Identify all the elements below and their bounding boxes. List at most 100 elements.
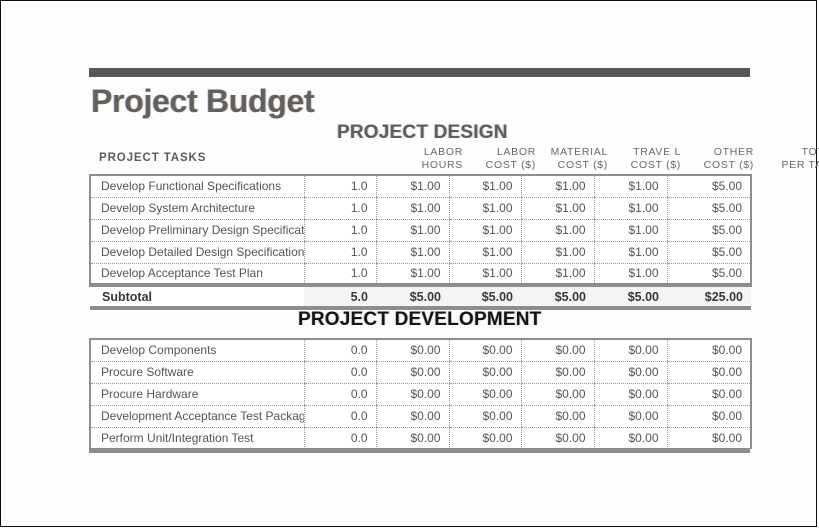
labor-hours-cell: 0.0 — [303, 427, 376, 449]
material-cost-cell: $1.00 — [448, 197, 521, 220]
labor-cost-cell: $0.00 — [375, 405, 449, 428]
table-row[interactable]: Develop Acceptance Test Plan 1.0 $1.00 $… — [89, 263, 752, 286]
labor-hours-cell: 1.0 — [303, 241, 376, 264]
other-cost-cell: $1.00 — [593, 219, 667, 242]
column-header-material-cost: MATERIAL COST ($) — [550, 146, 608, 171]
project-design-table: Develop Functional Specifications 1.0 $1… — [89, 174, 752, 310]
task-name-cell: Develop Detailed Design Specifications — [89, 241, 304, 264]
column-header-travel-cost: TRAVE L COST ($) — [630, 146, 681, 171]
table-row[interactable]: Development Acceptance Test Package 0.0 … — [89, 405, 752, 428]
material-cost-cell: $0.00 — [448, 427, 521, 449]
table-row[interactable]: Develop Detailed Design Specifications 1… — [89, 241, 752, 264]
column-header-labor-cost: LABOR COST ($) — [485, 146, 536, 171]
labor-cost-cell: $1.00 — [375, 174, 449, 198]
labor-cost-cell: $0.00 — [375, 427, 449, 449]
subtotal-travel-cost: $5.00 — [521, 283, 594, 310]
material-cost-cell: $1.00 — [448, 241, 521, 264]
other-cost-cell: $0.00 — [593, 338, 667, 362]
page-frame: Project Budget PROJECT DESIGN PROJECT TA… — [0, 0, 819, 527]
total-per-task-cell: $5.00 — [666, 241, 752, 264]
other-cost-cell: $1.00 — [593, 174, 667, 198]
labor-cost-cell: $0.00 — [375, 338, 449, 362]
task-name-cell: Development Acceptance Test Package — [89, 405, 304, 428]
travel-cost-cell: $1.00 — [520, 197, 594, 220]
other-cost-cell: $0.00 — [593, 361, 667, 384]
travel-cost-cell: $0.00 — [520, 405, 594, 428]
labor-hours-cell: 0.0 — [303, 361, 376, 384]
page-title: Project Budget — [91, 83, 315, 119]
material-cost-cell: $0.00 — [448, 338, 521, 362]
labor-hours-cell: 0.0 — [303, 383, 376, 406]
travel-cost-cell: $0.00 — [520, 427, 594, 449]
labor-cost-cell: $1.00 — [375, 241, 449, 264]
travel-cost-cell: $1.00 — [520, 263, 594, 286]
section-heading-project-design: PROJECT DESIGN — [337, 122, 508, 143]
column-header-other-cost: OTHER COST ($) — [703, 146, 754, 171]
other-cost-cell: $1.00 — [593, 241, 667, 264]
material-cost-cell: $1.00 — [448, 263, 521, 286]
column-header-row: PROJECT TASKS LABOR HOURS LABOR COST ($)… — [89, 146, 819, 174]
table-row[interactable]: Procure Hardware 0.0 $0.00 $0.00 $0.00 $… — [89, 383, 752, 406]
table-row[interactable]: Perform Unit/Integration Test 0.0 $0.00 … — [89, 427, 752, 449]
material-cost-cell: $1.00 — [448, 219, 521, 242]
subtotal-material-cost: $5.00 — [449, 283, 521, 310]
travel-cost-cell: $1.00 — [520, 241, 594, 264]
total-per-task-cell: $0.00 — [666, 405, 752, 428]
labor-hours-cell: 1.0 — [303, 174, 376, 198]
other-cost-cell: $0.00 — [593, 405, 667, 428]
task-name-cell: Develop Acceptance Test Plan — [89, 263, 304, 286]
header-accent-bar — [89, 68, 750, 77]
total-per-task-cell: $5.00 — [666, 263, 752, 286]
task-name-cell: Develop Components — [89, 338, 304, 362]
material-cost-cell: $1.00 — [448, 174, 521, 198]
labor-cost-cell: $0.00 — [375, 383, 449, 406]
task-name-cell: Develop Preliminary Design Specification… — [89, 219, 304, 242]
material-cost-cell: $0.00 — [448, 361, 521, 384]
travel-cost-cell: $0.00 — [520, 338, 594, 362]
column-header-labor-hours: LABOR HOURS — [421, 146, 463, 171]
labor-hours-cell: 0.0 — [303, 338, 376, 362]
column-header-total-per-task: TOTAL PER TASK — [781, 146, 819, 171]
material-cost-cell: $0.00 — [448, 383, 521, 406]
labor-cost-cell: $1.00 — [375, 263, 449, 286]
total-per-task-cell: $5.00 — [666, 174, 752, 198]
travel-cost-cell: $0.00 — [520, 383, 594, 406]
table-row[interactable]: Procure Software 0.0 $0.00 $0.00 $0.00 $… — [89, 361, 752, 384]
labor-hours-cell: 0.0 — [303, 405, 376, 428]
table-row[interactable]: Develop Functional Specifications 1.0 $1… — [89, 174, 752, 198]
subtotal-row: Subtotal 5.0 $5.00 $5.00 $5.00 $5.00 $25… — [90, 283, 751, 310]
table-row[interactable]: Develop System Architecture 1.0 $1.00 $1… — [89, 197, 752, 220]
task-name-cell: Procure Hardware — [89, 383, 304, 406]
travel-cost-cell: $0.00 — [520, 361, 594, 384]
subtotal-labor-hours: 5.0 — [304, 283, 376, 310]
labor-cost-cell: $1.00 — [375, 197, 449, 220]
total-per-task-cell: $0.00 — [666, 338, 752, 362]
task-name-cell: Develop Functional Specifications — [89, 174, 304, 198]
subtotal-label: Subtotal — [90, 283, 304, 310]
other-cost-cell: $0.00 — [593, 383, 667, 406]
subtotal-other-cost: $5.00 — [594, 283, 667, 310]
section-heading-project-development: PROJECT DEVELOPMENT — [298, 309, 542, 330]
task-name-cell: Procure Software — [89, 361, 304, 384]
labor-hours-cell: 1.0 — [303, 197, 376, 220]
travel-cost-cell: $1.00 — [520, 174, 594, 198]
total-per-task-cell: $0.00 — [666, 361, 752, 384]
other-cost-cell: $1.00 — [593, 263, 667, 286]
total-per-task-cell: $5.00 — [666, 219, 752, 242]
column-header-project-tasks: PROJECT TASKS — [99, 152, 207, 164]
subtotal-total: $25.00 — [667, 283, 751, 310]
table-bottom-rule — [89, 448, 750, 453]
total-per-task-cell: $0.00 — [666, 383, 752, 406]
travel-cost-cell: $1.00 — [520, 219, 594, 242]
table-row[interactable]: Develop Components 0.0 $0.00 $0.00 $0.00… — [89, 338, 752, 362]
subtotal-labor-cost: $5.00 — [376, 283, 449, 310]
labor-hours-cell: 1.0 — [303, 219, 376, 242]
total-per-task-cell: $5.00 — [666, 197, 752, 220]
other-cost-cell: $1.00 — [593, 197, 667, 220]
labor-cost-cell: $1.00 — [375, 219, 449, 242]
project-development-table: Develop Components 0.0 $0.00 $0.00 $0.00… — [89, 338, 752, 449]
other-cost-cell: $0.00 — [593, 427, 667, 449]
table-row[interactable]: Develop Preliminary Design Specification… — [89, 219, 752, 242]
total-per-task-cell: $0.00 — [666, 427, 752, 449]
material-cost-cell: $0.00 — [448, 405, 521, 428]
